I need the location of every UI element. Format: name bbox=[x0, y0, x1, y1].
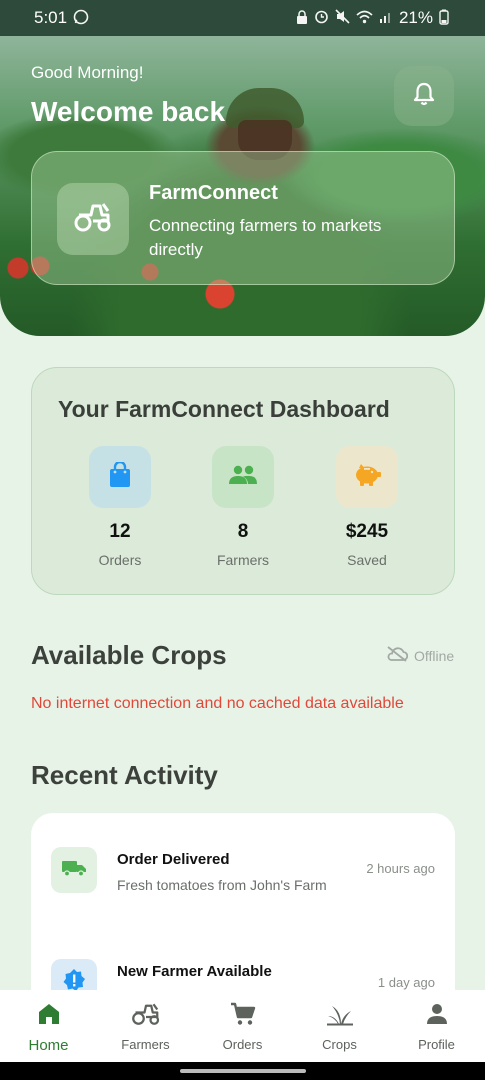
nav-home-label: Home bbox=[28, 1037, 69, 1054]
gesture-bar bbox=[0, 1062, 485, 1080]
nav-orders-label: Orders bbox=[222, 1037, 263, 1052]
whatsapp-icon bbox=[73, 9, 89, 28]
stat-orders-tile bbox=[89, 446, 151, 508]
stat-orders[interactable]: 12 Orders bbox=[89, 446, 151, 568]
person-icon bbox=[425, 1002, 449, 1031]
nav-farmers-label: Farmers bbox=[121, 1037, 170, 1052]
cart-icon bbox=[230, 1002, 256, 1031]
piggy-bank-icon bbox=[353, 463, 381, 492]
nav-orders[interactable]: Orders bbox=[194, 1002, 291, 1052]
crops-section-title: Available Crops bbox=[31, 640, 227, 670]
battery-icon bbox=[439, 9, 449, 28]
stat-farmers-value: 8 bbox=[237, 521, 249, 542]
nav-home[interactable]: Home bbox=[0, 1002, 97, 1054]
brand-name: FarmConnect bbox=[149, 182, 278, 204]
status-time: 5:01 bbox=[34, 8, 68, 27]
mute-icon bbox=[335, 9, 350, 27]
tractor-icon bbox=[131, 1002, 161, 1031]
bell-icon bbox=[412, 81, 436, 112]
stat-saved[interactable]: $245 Saved bbox=[336, 446, 398, 568]
stat-orders-label: Orders bbox=[98, 552, 142, 568]
dashboard-card: Your FarmConnect Dashboard 12 Orders 8 F… bbox=[31, 367, 455, 595]
shopping-bag-icon bbox=[109, 460, 131, 493]
notifications-button[interactable] bbox=[394, 66, 454, 126]
cloud-off-icon bbox=[386, 646, 409, 665]
stat-farmers-label: Farmers bbox=[216, 552, 270, 568]
offline-indicator: Offline bbox=[386, 646, 454, 665]
offline-label: Offline bbox=[414, 647, 455, 664]
home-gesture-handle[interactable] bbox=[180, 1069, 306, 1073]
brand-logo bbox=[57, 183, 129, 255]
activity-section-title: Recent Activity bbox=[31, 760, 218, 790]
activity-subtitle: Fresh tomatoes from John's Farm bbox=[117, 877, 327, 893]
nav-crops[interactable]: Crops bbox=[291, 1002, 388, 1052]
lock-icon bbox=[296, 9, 308, 27]
nav-crops-label: Crops bbox=[322, 1037, 357, 1052]
signal-icon bbox=[379, 10, 393, 27]
stat-saved-value: $245 bbox=[345, 521, 389, 542]
activity-time: 1 day ago bbox=[377, 975, 435, 990]
nav-farmers[interactable]: Farmers bbox=[97, 1002, 194, 1052]
wifi-icon bbox=[356, 10, 373, 27]
greeting-text: Good Morning! bbox=[31, 63, 144, 82]
brand-card: FarmConnect Connecting farmers to market… bbox=[31, 151, 455, 285]
alarm-icon bbox=[314, 9, 329, 27]
activity-time: 2 hours ago bbox=[366, 861, 435, 876]
bottom-navigation: Home Farmers Orders Crops Profile bbox=[0, 990, 485, 1062]
status-bar: 5:01 21% bbox=[0, 0, 485, 36]
welcome-title: Welcome back bbox=[31, 96, 226, 127]
activity-icon-box bbox=[51, 847, 97, 893]
activity-title: New Farmer Available bbox=[117, 963, 272, 980]
activity-title: Order Delivered bbox=[117, 851, 230, 868]
dashboard-title: Your FarmConnect Dashboard bbox=[58, 396, 390, 422]
battery-percent: 21% bbox=[398, 8, 433, 27]
stat-farmers-tile bbox=[212, 446, 274, 508]
stat-saved-tile bbox=[336, 446, 398, 508]
home-icon bbox=[37, 1002, 61, 1031]
brand-tagline: Connecting farmers to markets directly bbox=[149, 216, 382, 259]
hero-banner: Good Morning! Welcome back FarmConnect C… bbox=[0, 36, 485, 336]
crops-icon bbox=[326, 1002, 354, 1031]
nav-profile-label: Profile bbox=[418, 1037, 455, 1052]
crops-error-message: No internet connection and no cached dat… bbox=[31, 695, 404, 712]
activity-item[interactable]: Order Delivered Fresh tomatoes from John… bbox=[31, 847, 455, 907]
people-icon bbox=[228, 465, 258, 490]
stat-farmers[interactable]: 8 Farmers bbox=[212, 446, 274, 568]
stat-orders-value: 12 bbox=[109, 521, 131, 542]
truck-icon bbox=[61, 859, 87, 882]
stat-saved-label: Saved bbox=[347, 552, 387, 568]
nav-profile[interactable]: Profile bbox=[388, 1002, 485, 1052]
tractor-icon bbox=[73, 202, 113, 237]
